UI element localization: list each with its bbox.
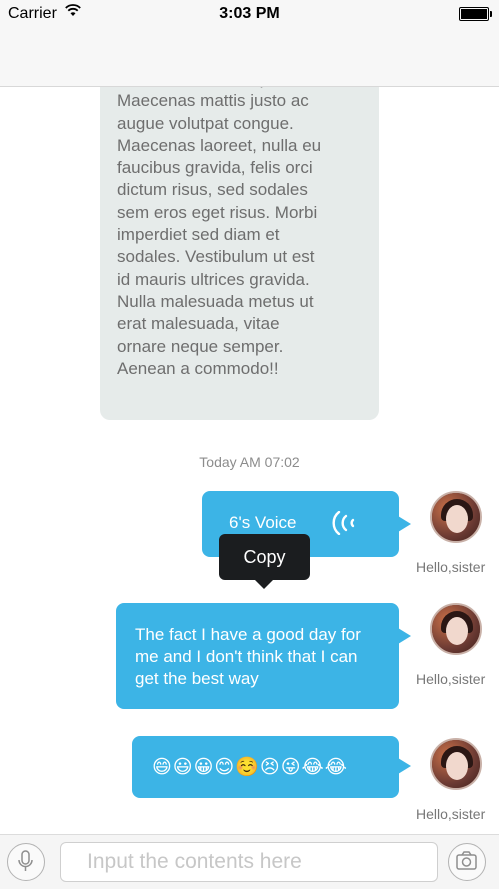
outgoing-message-text: The fact I have a good day for me and I … bbox=[135, 625, 361, 688]
sender-name: Hello,sister bbox=[416, 671, 486, 687]
message-input[interactable] bbox=[60, 842, 438, 882]
outgoing-message-bubble[interactable]: The fact I have a good day for me and I … bbox=[116, 603, 411, 709]
emoji-message-text: 😄😃😀😊☺️😣😜😂😂 bbox=[152, 757, 348, 778]
voice-message-label: 6's Voice bbox=[229, 513, 297, 532]
copy-menu-label: Copy bbox=[243, 547, 286, 567]
sender-name: Hello,sister bbox=[416, 806, 486, 822]
input-bar bbox=[0, 834, 499, 889]
status-bar: Carrier 3:03 PM bbox=[0, 0, 499, 30]
sender-name: Hello,sister bbox=[416, 559, 486, 575]
battery-icon bbox=[459, 7, 492, 21]
status-time: 3:03 PM bbox=[219, 5, 280, 22]
copy-menu-button[interactable]: Copy bbox=[219, 534, 310, 589]
chat-list[interactable]: massa viverra semper. Maecenas mattis ju… bbox=[0, 86, 499, 834]
avatar[interactable] bbox=[430, 491, 482, 543]
incoming-message-text: massa viverra semper. Maecenas mattis ju… bbox=[117, 86, 322, 378]
microphone-button[interactable] bbox=[7, 843, 45, 881]
emoji-message-bubble[interactable]: 😄😃😀😊☺️😣😜😂😂 bbox=[132, 736, 411, 798]
camera-button[interactable] bbox=[448, 843, 486, 881]
avatar[interactable] bbox=[430, 603, 482, 655]
avatar[interactable] bbox=[430, 738, 482, 790]
message-timestamp: Today AM 07:02 bbox=[199, 454, 300, 470]
voice-wave-icon bbox=[327, 510, 355, 540]
navigation-bar: Carrier 3:03 PM bbox=[0, 0, 499, 87]
